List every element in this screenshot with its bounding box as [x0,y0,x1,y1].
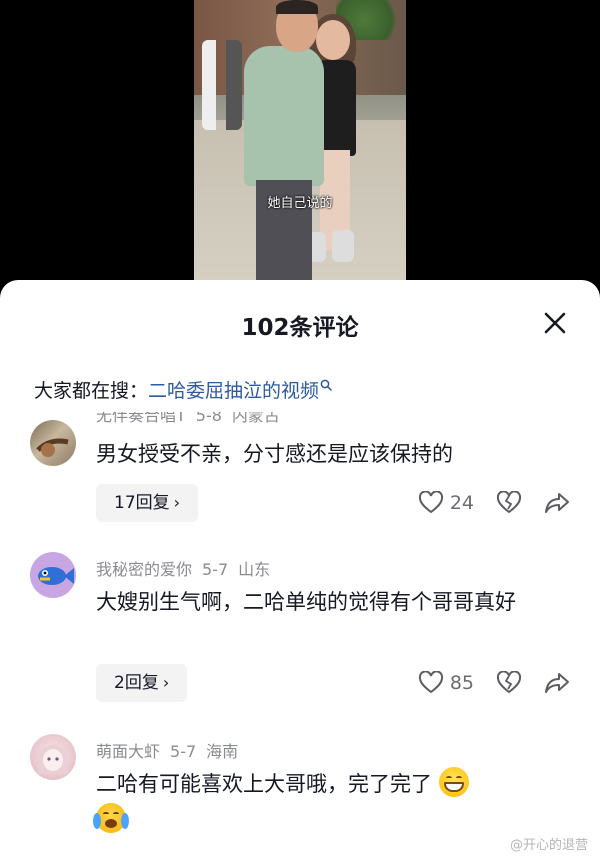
watermark: @开心的退营 [510,834,588,853]
comment-username[interactable]: 萌面大虾 [96,742,160,761]
guitar-avatar-image [36,438,69,457]
comment-location: 山东 [238,560,271,579]
like-button[interactable]: 85 [418,671,474,695]
anime-avatar-image [38,745,68,774]
comment-item: 无伴奏合唱T 5-8 内蒙古 男女授受不亲，分寸感还是应该保持的 17回复 › 24 [0,412,600,532]
avatar[interactable] [30,734,76,780]
comment-location: 海南 [206,742,239,761]
like-count: 24 [449,492,474,514]
share-icon [545,493,569,513]
broken-heart-icon [496,671,522,694]
like-count: 85 [449,672,474,694]
comment-body: 二哈有可能喜欢上大哥哦，完了完了 [96,772,432,796]
comment-meta: 无伴奏合唱T 5-8 内蒙古 [96,412,290,426]
comment-meta: 萌面大虾 5-7 海南 [96,738,248,762]
watermark-text: @开心的退营 [509,838,588,853]
heart-icon [418,491,443,514]
close-button[interactable] [542,310,568,336]
share-icon [545,673,569,693]
reply-count: 2回复 [114,673,159,693]
crying-emoji-icon [93,803,129,833]
comment-meta: 我秘密的爱你 5-7 山东 [96,556,280,580]
comment-panel: 102条评论 大家都在搜：二哈委屈抽泣的视频 无伴奏合唱T 5-8 内蒙古 男女授受… [0,280,600,863]
share-button[interactable] [544,671,570,695]
view-replies-button[interactable]: 17回复 › [96,484,199,522]
video-player[interactable]: 她自己说的 [0,0,600,300]
trending-search-link[interactable]: 二哈委屈抽泣的视频 [148,380,319,402]
comment-date: 5-7 [170,742,197,761]
heart-icon [418,671,443,694]
comment-date: 5-8 [195,412,222,425]
share-button[interactable] [544,491,570,515]
view-replies-button[interactable]: 2回复 › [96,664,188,702]
comment-actions: 24 [396,484,570,522]
reply-count: 17回复 [114,493,170,513]
video-frame [194,0,406,284]
comment-date: 5-7 [202,560,229,579]
avatar[interactable] [30,552,76,598]
trending-search[interactable]: 大家都在搜：二哈委屈抽泣的视频 [34,376,332,406]
panel-header: 102条评论 [0,280,600,364]
comment-text: 大嫂别生气啊，二哈单纯的觉得有个哥哥真好 [96,590,516,614]
avatar[interactable] [30,420,76,466]
comment-actions: 85 [396,664,570,702]
chevron-right-icon: › [162,673,170,692]
comment-item: 我秘密的爱你 5-7 山东 大嫂别生气啊，二哈单纯的觉得有个哥哥真好 2回复 › 85 [0,552,600,712]
comment-text: 二哈有可能喜欢上大哥哦，完了完了 [93,766,564,838]
dislike-button[interactable] [496,491,522,515]
comment-username[interactable]: 我秘密的爱你 [96,560,192,579]
search-icon [320,379,332,391]
like-button[interactable]: 24 [418,491,474,515]
comment-count-title: 102条评论 [241,315,359,341]
grinning-emoji-icon [438,767,469,797]
dislike-button[interactable] [496,671,522,695]
chevron-right-icon: › [173,493,181,512]
trending-search-label: 大家都在搜： [34,380,149,402]
close-icon [544,312,566,334]
fish-avatar-image [38,567,74,585]
video-subtitle: 她自己说的 [267,196,333,211]
comment-text: 男女授受不亲，分寸感还是应该保持的 [96,442,453,466]
comment-username[interactable]: 无伴奏合唱T [96,412,186,425]
broken-heart-icon [496,491,522,514]
comment-location: 内蒙古 [231,412,280,425]
